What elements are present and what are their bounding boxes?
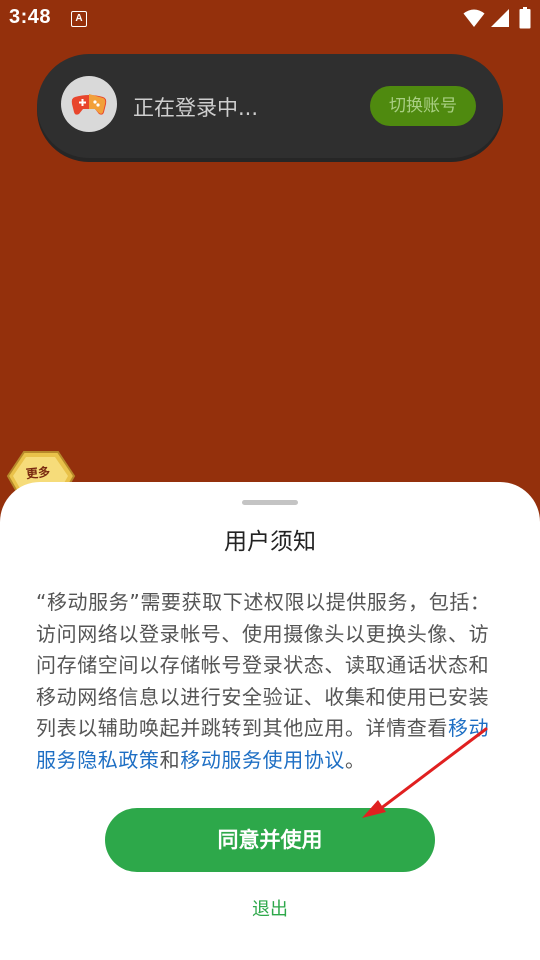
agree-and-use-button[interactable]: 同意并使用 xyxy=(105,808,435,872)
notice-body-end: 。 xyxy=(345,747,366,772)
game-controller-avatar xyxy=(61,76,117,132)
exit-button[interactable]: 退出 xyxy=(230,897,310,923)
login-status-toast: 正在登录中... 切换账号 xyxy=(37,54,503,158)
switch-account-button[interactable]: 切换账号 xyxy=(370,86,476,126)
wifi-icon xyxy=(463,9,485,27)
app-screen: 3:48 A 正在登录中... 切换账号 更多 用户须知 “移动服务”需要获取下… xyxy=(0,0,540,960)
drag-handle[interactable] xyxy=(242,500,298,505)
notice-body-text: “移动服务”需要获取下述权限以提供服务，包括：访问网络以登录帐号、使用摄像头以更… xyxy=(36,590,491,741)
conjunction-text: 和 xyxy=(159,747,181,772)
game-controller-icon xyxy=(71,94,107,115)
status-time: 3:48 xyxy=(9,6,52,28)
login-status-text: 正在登录中... xyxy=(133,96,259,120)
cell-signal-icon xyxy=(491,9,509,27)
battery-icon xyxy=(519,7,531,29)
terms-of-use-link[interactable]: 移动服务使用协议 xyxy=(180,748,345,772)
sheet-title: 用户须知 xyxy=(224,529,316,555)
status-bar: 3:48 A xyxy=(0,0,540,38)
more-badge-label: 更多 xyxy=(25,464,51,482)
permission-notice-text: “移动服务”需要获取下述权限以提供服务，包括：访问网络以登录帐号、使用摄像头以更… xyxy=(36,587,506,777)
user-notice-sheet: 用户须知 “移动服务”需要获取下述权限以提供服务，包括：访问网络以登录帐号、使用… xyxy=(0,482,540,960)
notification-app-icon: A xyxy=(71,11,87,27)
